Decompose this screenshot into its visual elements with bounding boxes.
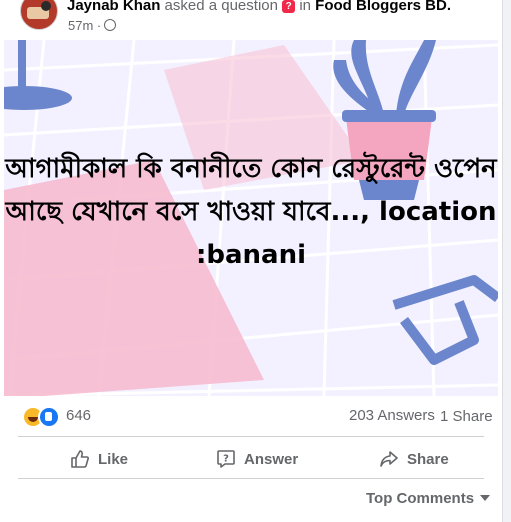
thumbs-up-icon: [71, 450, 89, 468]
like-label: Like: [98, 450, 129, 468]
like-icon[interactable]: [38, 406, 60, 428]
post-question-text: আগামীকাল কি বনানীতে কোন রেস্টুরেন্ট ওপেন…: [5, 154, 497, 270]
answer-label: Answer: [244, 450, 299, 468]
in-text: in: [299, 0, 311, 14]
group-name[interactable]: Food Bloggers BD.: [315, 0, 451, 14]
divider: [18, 478, 484, 479]
author-name[interactable]: Jaynab Khan: [67, 0, 160, 14]
answer-icon: ?: [217, 450, 235, 468]
post-meta: 57m ·: [68, 18, 117, 33]
share-label: Share: [407, 450, 449, 468]
top-comments-label: Top Comments: [366, 490, 475, 507]
shares-count[interactable]: 1 Share: [440, 408, 493, 425]
like-button[interactable]: Like: [70, 440, 128, 478]
share-button[interactable]: Share: [379, 440, 449, 478]
answers-count[interactable]: 203 Answers: [349, 407, 435, 424]
reactions-count[interactable]: 646: [66, 407, 91, 424]
top-comments-dropdown[interactable]: Top Comments: [366, 490, 491, 507]
post-time[interactable]: 57m ·: [68, 18, 101, 33]
answer-button[interactable]: ? Answer: [216, 440, 298, 478]
action-bar: Like ? Answer Share: [0, 440, 502, 478]
post-header-line: Jaynab Khan asked a question ? in Food B…: [67, 0, 451, 14]
post-header: Jaynab Khan asked a question ? in Food B…: [0, 0, 502, 40]
globe-icon: [104, 19, 117, 31]
svg-text:?: ?: [223, 454, 229, 465]
post-card: Jaynab Khan asked a question ? in Food B…: [0, 0, 503, 522]
engagement-bar: 646 203 Answers 1 Share: [0, 400, 502, 434]
question-icon: ?: [282, 0, 296, 13]
post-background-image: আগামীকাল কি বনানীতে কোন রেস্টুরেন্ট ওপেন…: [4, 40, 498, 396]
chevron-down-icon: [480, 495, 491, 501]
divider: [18, 436, 484, 437]
share-icon: [380, 451, 398, 467]
action-text: asked a question: [164, 0, 278, 14]
author-avatar[interactable]: [20, 0, 58, 30]
